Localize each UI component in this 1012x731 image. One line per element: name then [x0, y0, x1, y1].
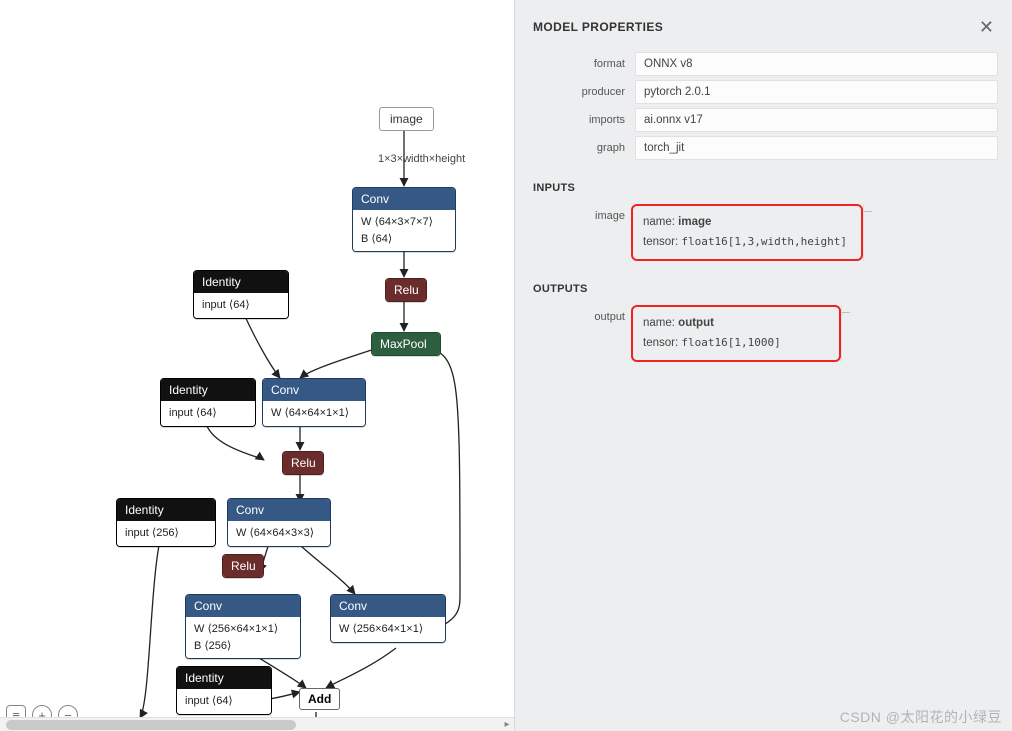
properties-panel: MODEL PROPERTIES ✕ format ONNX v8 produc…: [515, 0, 1012, 731]
prop-value[interactable]: torch_jit: [635, 136, 998, 160]
prop-label: format: [529, 52, 635, 76]
node-title: Relu: [283, 452, 323, 474]
node-attr: B ⟨256⟩: [194, 638, 292, 655]
input-detail-ext[interactable]: –: [863, 204, 872, 261]
tensor-label: tensor:: [643, 337, 678, 349]
output-detail[interactable]: name: output tensor: float16[1,1000]: [635, 309, 837, 358]
node-conv5[interactable]: Conv W ⟨256×64×1×1⟩: [330, 594, 446, 643]
node-attr: input ⟨256⟩: [125, 525, 207, 542]
input-detail[interactable]: name: image tensor: float16[1,3,width,he…: [635, 208, 859, 257]
edge-label-input-shape: 1×3×width×height: [378, 153, 465, 165]
output-row-output: output name: output tensor: float16[1,10…: [529, 305, 998, 362]
node-identity-3[interactable]: Identity input ⟨256⟩: [116, 498, 216, 547]
input-label: image: [529, 204, 635, 261]
node-identity-2[interactable]: Identity input ⟨64⟩: [160, 378, 256, 427]
collapse-button[interactable]: –: [842, 303, 850, 319]
name-label: name:: [643, 216, 675, 228]
input-node-image[interactable]: image: [379, 107, 434, 131]
node-title: Conv: [228, 499, 330, 521]
prop-value[interactable]: ONNX v8: [635, 52, 998, 76]
node-attr: input ⟨64⟩: [202, 297, 280, 314]
node-attr: input ⟨64⟩: [185, 693, 263, 710]
node-conv4[interactable]: Conv W ⟨256×64×1×1⟩ B ⟨256⟩: [185, 594, 301, 659]
output-highlight-box: name: output tensor: float16[1,1000]: [631, 305, 841, 362]
node-attr: B ⟨64⟩: [361, 231, 447, 248]
input-row-image: image name: image tensor: float16[1,3,wi…: [529, 204, 998, 261]
node-title: Conv: [186, 595, 300, 617]
scrollbar-thumb[interactable]: [6, 720, 296, 730]
node-relu3[interactable]: Relu: [222, 554, 264, 578]
collapse-button[interactable]: –: [864, 202, 872, 218]
node-title: Identity: [161, 379, 255, 401]
section-inputs: INPUTS: [529, 164, 998, 204]
panel-title: MODEL PROPERTIES: [533, 20, 663, 34]
tensor-value: float16[1,1000]: [681, 336, 780, 349]
output-label: output: [529, 305, 635, 362]
prop-label: graph: [529, 136, 635, 160]
prop-row-graph: graph torch_jit: [529, 136, 998, 160]
name-value: output: [678, 317, 714, 329]
prop-label: imports: [529, 108, 635, 132]
node-conv2[interactable]: Conv W ⟨64×64×1×1⟩: [262, 378, 366, 427]
node-add[interactable]: Add: [299, 688, 340, 710]
node-title: Identity: [117, 499, 215, 521]
prop-value[interactable]: pytorch 2.0.1: [635, 80, 998, 104]
section-outputs: OUTPUTS: [529, 265, 998, 305]
node-title: Identity: [177, 667, 271, 689]
prop-row-imports: imports ai.onnx v17: [529, 108, 998, 132]
node-conv1[interactable]: Conv W ⟨64×3×7×7⟩ B ⟨64⟩: [352, 187, 456, 252]
tensor-value: float16[1,3,width,height]: [681, 235, 847, 248]
close-button[interactable]: ✕: [975, 16, 998, 38]
node-identity-1[interactable]: Identity input ⟨64⟩: [193, 270, 289, 319]
graph-canvas[interactable]: image 1×3×width×height Conv W ⟨64×3×7×7⟩…: [0, 0, 515, 731]
prop-row-producer: producer pytorch 2.0.1: [529, 80, 998, 104]
node-attr: W ⟨256×64×1×1⟩: [194, 621, 292, 638]
node-attr: W ⟨64×3×7×7⟩: [361, 214, 447, 231]
node-relu1[interactable]: Relu: [385, 278, 427, 302]
name-value: image: [678, 216, 711, 228]
node-attr: W ⟨64×64×3×3⟩: [236, 525, 322, 542]
prop-row-format: format ONNX v8: [529, 52, 998, 76]
close-icon: ✕: [979, 17, 994, 37]
node-identity-4[interactable]: Identity input ⟨64⟩: [176, 666, 272, 715]
node-relu2[interactable]: Relu: [282, 451, 324, 475]
node-title: MaxPool: [372, 333, 440, 355]
node-title: Add: [308, 692, 331, 706]
prop-label: producer: [529, 80, 635, 104]
node-attr: W ⟨256×64×1×1⟩: [339, 621, 437, 638]
name-label: name:: [643, 317, 675, 329]
tensor-label: tensor:: [643, 236, 678, 248]
input-highlight-box: name: image tensor: float16[1,3,width,he…: [631, 204, 863, 261]
node-title: Conv: [353, 188, 455, 210]
node-title: Relu: [386, 279, 426, 301]
node-title: Conv: [263, 379, 365, 401]
node-title: Relu: [223, 555, 263, 577]
input-node-label: image: [390, 112, 423, 126]
node-maxpool[interactable]: MaxPool: [371, 332, 441, 356]
node-title: Conv: [331, 595, 445, 617]
node-attr: W ⟨64×64×1×1⟩: [271, 405, 357, 422]
scroll-right-arrow[interactable]: ▸: [500, 718, 514, 731]
node-attr: input ⟨64⟩: [169, 405, 247, 422]
node-conv3[interactable]: Conv W ⟨64×64×3×3⟩: [227, 498, 331, 547]
output-detail-ext[interactable]: –: [841, 305, 850, 362]
prop-value[interactable]: ai.onnx v17: [635, 108, 998, 132]
horizontal-scrollbar[interactable]: ▸: [0, 717, 514, 731]
node-title: Identity: [194, 271, 288, 293]
